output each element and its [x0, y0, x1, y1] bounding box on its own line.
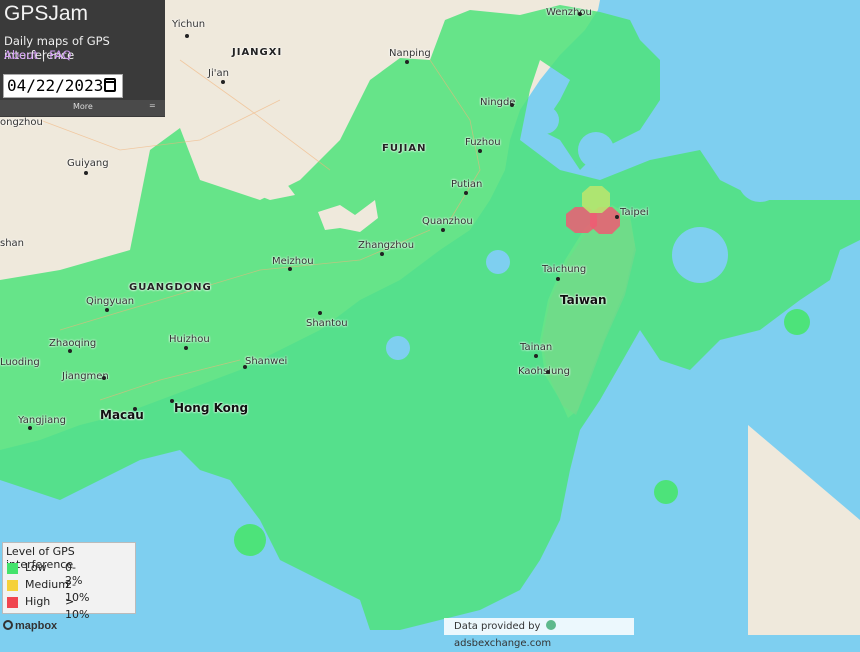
faq-link[interactable]: FAQ	[49, 48, 71, 62]
more-label: More	[73, 102, 93, 111]
city-dot	[102, 376, 106, 380]
city-dot	[105, 308, 109, 312]
city-dot	[556, 277, 560, 281]
mapbox-label: mapbox	[15, 620, 58, 632]
city-dot	[534, 354, 538, 358]
low-hex	[784, 309, 810, 335]
app-title: GPSJam	[4, 2, 89, 25]
city-dot	[221, 80, 225, 84]
city-dot	[510, 103, 514, 107]
city-dot	[405, 60, 409, 64]
city-dot	[380, 252, 384, 256]
city-dot	[84, 171, 88, 175]
city-dot	[68, 349, 72, 353]
legend-item-name: Medium	[25, 578, 69, 591]
control-panel: GPSJam Daily maps of GPS interference Ab…	[0, 0, 165, 117]
city-dot	[184, 346, 188, 350]
sea-hex	[486, 250, 510, 274]
more-toggle[interactable]: More =	[0, 100, 165, 116]
high-swatch	[7, 597, 18, 608]
about-link[interactable]: About	[4, 48, 38, 62]
city-dot	[28, 426, 32, 430]
nav-links: About | FAQ	[4, 48, 71, 62]
city-dot	[243, 365, 247, 369]
calendar-icon[interactable]	[104, 78, 116, 92]
city-dot	[133, 407, 137, 411]
sea-hex	[578, 132, 614, 168]
sea-hex	[672, 227, 728, 283]
sea-hex	[738, 158, 782, 202]
city-dot	[478, 149, 482, 153]
legend-item-range: > 10%	[65, 595, 90, 621]
link-separator: |	[41, 48, 46, 62]
city-dot	[318, 311, 322, 315]
legend-item-name: Low	[25, 561, 47, 574]
sea-hex	[531, 106, 559, 134]
mapbox-icon	[3, 620, 13, 630]
legend-item-name: High	[25, 595, 51, 608]
attribution-source-link[interactable]: adsbexchange.com	[454, 638, 551, 649]
city-dot	[288, 267, 292, 271]
adsbexchange-icon	[545, 620, 556, 630]
low-hex	[234, 524, 266, 556]
sea-hex	[386, 336, 410, 360]
city-dot	[464, 191, 468, 195]
attribution-text: Data provided by	[454, 621, 541, 632]
city-dot	[185, 34, 189, 38]
attribution: Data provided by adsbexchange.com	[444, 618, 634, 649]
legend: Level of GPS interference Low 0-2% Mediu…	[2, 542, 136, 621]
menu-icon: =	[149, 101, 156, 110]
medium-hex	[582, 186, 610, 213]
low-hex	[654, 480, 678, 504]
city-dot	[441, 228, 445, 232]
city-dot	[578, 12, 582, 16]
mapbox-logo[interactable]: mapbox	[3, 620, 57, 632]
city-dot	[170, 399, 174, 403]
city-dot	[615, 215, 619, 219]
city-dot	[546, 370, 550, 374]
medium-swatch	[7, 580, 18, 591]
low-swatch	[7, 563, 18, 574]
